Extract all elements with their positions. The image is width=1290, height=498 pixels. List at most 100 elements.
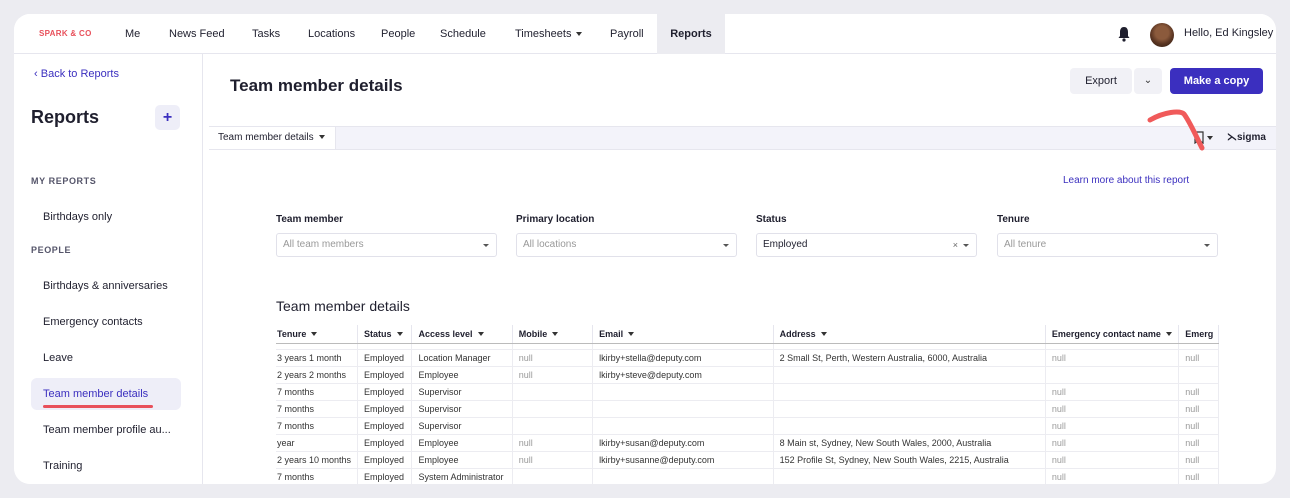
table-cell: lkirby+stella@deputy.com [592,349,774,367]
sigma-mark-icon: ⋋ [1227,132,1237,143]
sort-icon [628,332,635,337]
sidebar-item-birthdays-only[interactable]: Birthdays only [31,201,181,233]
export-options-button[interactable]: ⌄ [1134,68,1162,94]
table-cell: lkirby+susan@deputy.com [592,434,774,452]
table-cell: null [1178,451,1219,469]
sort-icon [311,332,318,337]
table-row[interactable]: 7 months Employed System Administrator null… [276,468,1219,484]
sidebar-item-team-member-profile[interactable]: Team member profile au... [31,414,181,446]
make-a-copy-button[interactable]: Make a copy [1170,68,1263,94]
table-cell: Employed [357,468,413,484]
table-cell: lkirby+susanne@deputy.com [592,451,774,469]
primary-location-select[interactable]: All locations [516,233,737,257]
tenure-select-value: All tenure [1004,239,1047,250]
nav-locations[interactable]: Locations [308,14,355,54]
table-title: Team member details [276,298,410,314]
table-cell: Employed [357,383,413,401]
nav-news-feed[interactable]: News Feed [169,14,225,54]
app-window: SPARK & CO Me News Feed Tasks Locations … [14,14,1276,484]
nav-tasks[interactable]: Tasks [252,14,280,54]
table-cell: Location Manager [411,349,513,367]
chevron-down-icon [483,244,489,247]
table-row[interactable]: 3 years 1 month Employed Location Manager n… [276,349,1219,367]
nav-me[interactable]: Me [125,14,140,54]
nav-schedule[interactable]: Schedule [440,14,486,54]
sidebar-item-birthdays-anniversaries[interactable]: Birthdays & anniversaries [31,270,181,302]
column-header-label: Mobile [518,328,548,339]
clear-icon[interactable]: × [953,234,958,256]
table-cell: null [512,366,594,384]
column-header-mobile[interactable]: Mobile [512,325,594,344]
table-cell: null [1045,451,1180,469]
tab-team-member-details[interactable]: Team member details [209,127,336,149]
table-row[interactable]: 7 months Employed Supervisor null null [276,417,1219,435]
table-cell [1178,366,1219,384]
table-row[interactable]: 7 months Employed Supervisor null null [276,400,1219,418]
nav-timesheets-label: Timesheets [515,28,572,40]
table-body: 3 years 1 month Employed Location Manager n… [276,343,1219,484]
team-member-select[interactable]: All team members [276,233,497,257]
column-header-access-level[interactable]: Access level [411,325,513,344]
nav-payroll[interactable]: Payroll [610,14,644,54]
table-cell: Employed [357,349,413,367]
table-cell: 3 years 1 month [276,349,359,367]
sidebar-item-training[interactable]: Training [31,450,181,482]
sigma-logo: ⋋sigma [1227,132,1266,143]
sidebar: ‹ Back to Reports Reports + MY REPORTS B… [14,54,203,484]
table-cell [512,417,594,435]
nav-people[interactable]: People [381,14,415,54]
learn-more-link[interactable]: Learn more about this report [1063,175,1189,186]
page-title: Team member details [230,76,403,95]
chevron-down-icon [318,135,325,140]
column-header-emergency-contact-more[interactable]: Emerg [1178,325,1219,344]
brand-logo[interactable]: SPARK & CO [39,29,92,38]
table-cell: Employed [357,417,413,435]
table-cell: Employee [411,434,513,452]
sort-icon [477,332,484,337]
nav-timesheets[interactable]: Timesheets [515,14,583,54]
tenure-select[interactable]: All tenure [997,233,1218,257]
table-cell: null [1045,383,1180,401]
filter-label-tenure: Tenure [997,214,1030,225]
table-cell [592,468,774,484]
bell-icon[interactable] [1117,26,1131,42]
table-row[interactable]: 7 months Employed Supervisor null null [276,383,1219,401]
user-greeting[interactable]: Hello, Ed Kingsley [1184,27,1273,39]
table-row[interactable]: 2 years 10 months Employed Employee null lki… [276,451,1219,469]
back-link[interactable]: ‹ Back to Reports [34,68,119,80]
tab-label: Team member details [218,132,314,143]
table-cell: null [1178,468,1219,484]
table-row[interactable]: 2 years 2 months Employed Employee null lkir… [276,366,1219,384]
workbook-tabbar: Team member details ⋋sigma [209,126,1276,150]
table-cell: Supervisor [411,383,513,401]
section-people: PEOPLE [31,245,72,255]
sort-icon [552,332,559,337]
data-table: Tenure Status Access level Mobile Email … [276,325,1219,484]
table-cell: Employed [357,451,413,469]
avatar[interactable] [1150,23,1174,47]
export-button[interactable]: Export [1070,68,1132,94]
sidebar-item-leave[interactable]: Leave [31,342,181,374]
table-row[interactable]: year Employed Employee null lkirby+susan@dep… [276,434,1219,452]
table-cell: 7 months [276,468,359,484]
nav-reports[interactable]: Reports [657,14,725,54]
add-report-button[interactable]: + [155,105,180,130]
status-select[interactable]: Employed × [756,233,977,257]
table-cell: null [1045,468,1180,484]
column-header-address[interactable]: Address [773,325,1046,344]
table-cell [1045,366,1180,384]
table-cell [773,366,1046,384]
table-cell: null [1178,417,1219,435]
table-cell: Employed [357,434,413,452]
column-header-label: Address [779,328,816,339]
column-header-tenure[interactable]: Tenure [276,325,359,344]
table-cell: Employed [357,400,413,418]
primary-location-select-value: All locations [523,239,577,250]
table-cell: 8 Main st, Sydney, New South Wales, 2000… [773,434,1046,452]
table-cell: 2 years 10 months [276,451,359,469]
chevron-down-icon [963,244,969,247]
column-header-email[interactable]: Email [592,325,774,344]
column-header-emergency-contact-name[interactable]: Emergency contact name [1045,325,1180,344]
sidebar-item-emergency-contacts[interactable]: Emergency contacts [31,306,181,338]
column-header-status[interactable]: Status [357,325,413,344]
